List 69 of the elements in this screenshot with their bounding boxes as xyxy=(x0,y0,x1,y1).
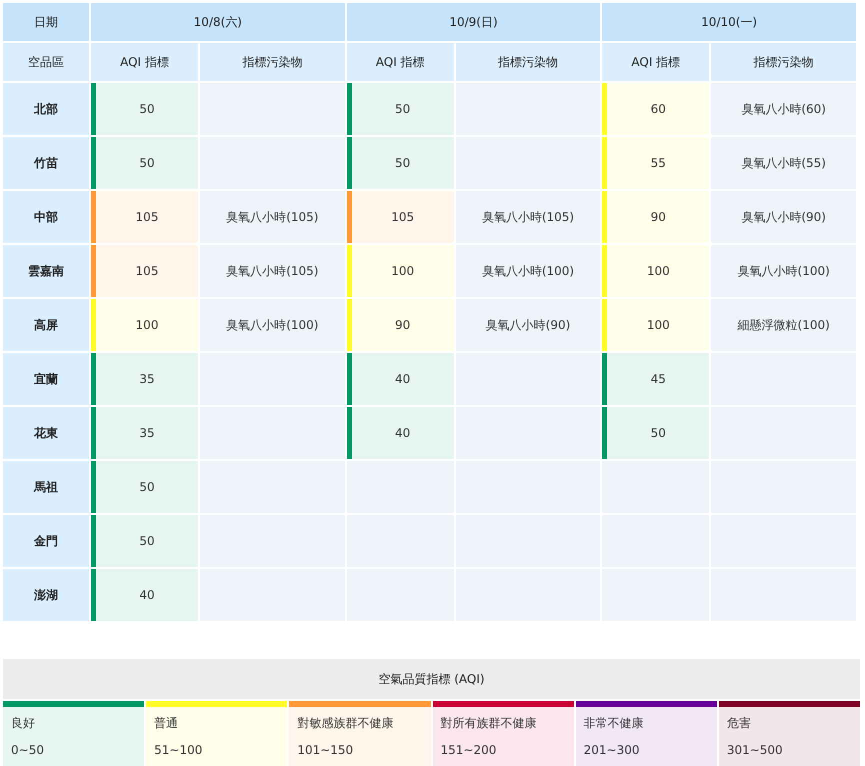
region-cell: 雲嘉南 xyxy=(3,245,89,297)
header-cell: AQI 指標 xyxy=(346,43,454,81)
aqi-cell: 105 xyxy=(91,191,198,243)
aqi-cell: 90 xyxy=(346,299,454,351)
region-cell: 北部 xyxy=(3,83,89,135)
region-cell: 中部 xyxy=(3,191,89,243)
legend-label: 對所有族群不健康 xyxy=(440,715,538,732)
region-cell: 高屏 xyxy=(3,299,89,351)
pollutant-cell: 臭氧八小時(90) xyxy=(456,299,600,351)
pollutant-cell: 臭氧八小時(100) xyxy=(200,299,345,351)
header-cell: AQI 指標 xyxy=(91,43,198,81)
aqi-cell: 50 xyxy=(346,83,454,135)
legend-label: 非常不健康 xyxy=(584,715,645,732)
legend-label: 危害 xyxy=(726,715,752,732)
header-cell: AQI 指標 xyxy=(602,43,710,81)
header-cell: 日期 xyxy=(3,3,89,41)
pollutant-cell: 臭氧八小時(100) xyxy=(456,245,600,297)
legend-label: 普通 xyxy=(154,715,180,732)
region-cell: 竹苗 xyxy=(3,137,89,189)
pollutant-cell: 臭氧八小時(60) xyxy=(711,83,856,135)
header-cell: 指標污染物 xyxy=(200,43,345,81)
aqi-cell: 50 xyxy=(602,407,710,459)
region-cell: 花東 xyxy=(3,407,89,459)
pollutant-cell: 臭氧八小時(55) xyxy=(711,137,856,189)
date-header: 10/10(一) xyxy=(602,3,856,41)
aqi-cell: 40 xyxy=(346,407,454,459)
aqi-cell: 100 xyxy=(602,299,710,351)
aqi-cell: 45 xyxy=(602,353,710,405)
legend-range: 101~150 xyxy=(297,743,354,757)
pollutant-cell: 臭氧八小時(100) xyxy=(711,245,856,297)
region-cell: 馬祖 xyxy=(3,461,89,513)
pollutant-cell: 臭氧八小時(105) xyxy=(200,245,345,297)
region-cell: 宜蘭 xyxy=(3,353,89,405)
legend-title: 空氣品質指標 (AQI) xyxy=(3,659,860,699)
aqi-cell: 100 xyxy=(346,245,454,297)
header-cell: 空品區 xyxy=(3,43,89,81)
region-cell: 澎湖 xyxy=(3,569,89,621)
aqi-cell: 90 xyxy=(602,191,710,243)
aqi-cell: 40 xyxy=(91,569,198,621)
pollutant-cell: 細懸浮微粒(100) xyxy=(711,299,856,351)
aqi-cell: 40 xyxy=(346,353,454,405)
header-cell: 指標污染物 xyxy=(711,43,856,81)
date-header: 10/9(日) xyxy=(346,3,600,41)
legend-range: 51~100 xyxy=(154,743,204,757)
pollutant-cell: 臭氧八小時(105) xyxy=(200,191,345,243)
date-header: 10/8(六) xyxy=(91,3,345,41)
legend-range: 151~200 xyxy=(440,743,498,757)
aqi-cell: 35 xyxy=(91,353,198,405)
legend-range: 0~50 xyxy=(11,743,45,757)
aqi-cell: 50 xyxy=(91,515,198,567)
aqi-cell: 105 xyxy=(346,191,454,243)
aqi-cell: 105 xyxy=(91,245,198,297)
aqi-cell: 60 xyxy=(602,83,710,135)
legend-label: 良好 xyxy=(11,715,36,732)
legend-range: 301~500 xyxy=(726,743,784,757)
aqi-cell: 50 xyxy=(346,137,454,189)
aqi-cell: 55 xyxy=(602,137,710,189)
aqi-cell: 100 xyxy=(91,299,198,351)
aqi-cell: 100 xyxy=(602,245,710,297)
pollutant-cell: 臭氧八小時(90) xyxy=(711,191,856,243)
legend-label: 對敏感族群不健康 xyxy=(297,715,394,732)
legend-range: 201~300 xyxy=(584,743,641,757)
aqi-cell: 35 xyxy=(91,407,198,459)
region-cell: 金門 xyxy=(3,515,89,567)
header-cell: 指標污染物 xyxy=(456,43,600,81)
aqi-cell: 50 xyxy=(91,83,198,135)
aqi-cell: 50 xyxy=(91,137,198,189)
pollutant-cell: 臭氧八小時(105) xyxy=(456,191,600,243)
aqi-cell: 50 xyxy=(91,461,198,513)
